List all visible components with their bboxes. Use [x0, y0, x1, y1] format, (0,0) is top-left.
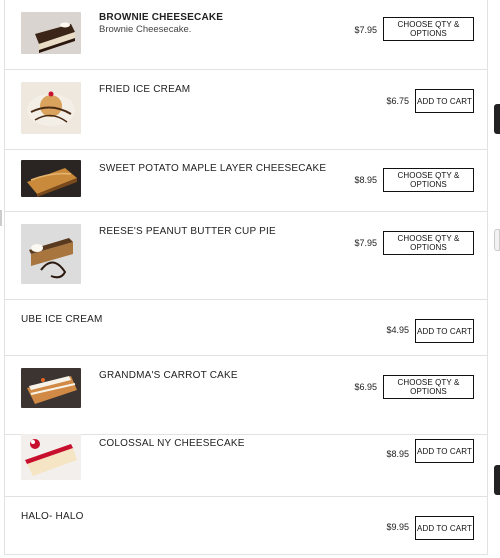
menu-item: FRIED ICE CREAM $6.75 ADD TO CART	[4, 70, 488, 150]
item-price: $8.95	[386, 449, 409, 459]
item-price: $6.75	[386, 96, 409, 106]
item-price: $4.95	[386, 325, 409, 335]
menu-item: COLOSSAL NY CHEESECAKE $8.95 ADD TO CART	[4, 434, 488, 497]
menu-item: SWEET POTATO MAPLE LAYER CHEESECAKE $8.9…	[4, 150, 488, 212]
menu-item: REESE'S PEANUT BUTTER CUP PIE $7.95 CHOO…	[4, 212, 488, 300]
item-price: $7.95	[354, 25, 377, 35]
item-price: $6.95	[354, 382, 377, 392]
side-scroll-tab[interactable]	[494, 229, 500, 251]
add-to-cart-button[interactable]: ADD TO CART	[415, 89, 474, 113]
choose-qty-options-button[interactable]: CHOOSE QTY & OPTIONS	[383, 168, 474, 192]
item-title: FRIED ICE CREAM	[99, 84, 191, 95]
add-to-cart-button[interactable]: ADD TO CART	[415, 439, 474, 463]
item-title: REESE'S PEANUT BUTTER CUP PIE	[99, 226, 276, 237]
left-edge-divider	[0, 210, 2, 226]
menu-item: BROWNIE CHEESECAKE Brownie Cheesecake. $…	[4, 0, 488, 70]
fried-ice-cream-image[interactable]	[21, 82, 81, 134]
menu-item: GRANDMA'S CARROT CAKE $6.95 CHOOSE QTY &…	[4, 356, 488, 435]
item-description: Brownie Cheesecake.	[99, 24, 192, 35]
menu-item: HALO- HALO $9.95 ADD TO CART	[4, 497, 488, 555]
menu-list: BROWNIE CHEESECAKE Brownie Cheesecake. $…	[4, 0, 488, 555]
item-price: $8.95	[354, 175, 377, 185]
peanut-butter-pie-image[interactable]	[21, 224, 81, 284]
add-to-cart-button[interactable]: ADD TO CART	[415, 516, 474, 540]
ny-cheesecake-image[interactable]	[21, 434, 81, 480]
item-title: GRANDMA'S CARROT CAKE	[99, 370, 238, 381]
item-price: $7.95	[354, 238, 377, 248]
item-title: HALO- HALO	[21, 511, 84, 522]
choose-qty-options-button[interactable]: CHOOSE QTY & OPTIONS	[383, 231, 474, 255]
choose-qty-options-button[interactable]: CHOOSE QTY & OPTIONS	[383, 17, 474, 41]
add-to-cart-button[interactable]: ADD TO CART	[415, 319, 474, 343]
item-title: UBE ICE CREAM	[21, 314, 103, 325]
item-title: BROWNIE CHEESECAKE	[99, 12, 224, 23]
brownie-cheesecake-image[interactable]	[21, 12, 81, 54]
item-title: COLOSSAL NY CHEESECAKE	[99, 438, 245, 449]
menu-item: UBE ICE CREAM $4.95 ADD TO CART	[4, 300, 488, 356]
choose-qty-options-button[interactable]: CHOOSE QTY & OPTIONS	[383, 375, 474, 399]
sweet-potato-cheesecake-image[interactable]	[21, 160, 81, 197]
side-scroll-tab[interactable]	[494, 465, 500, 495]
item-price: $9.95	[386, 522, 409, 532]
item-title: SWEET POTATO MAPLE LAYER CHEESECAKE	[99, 163, 327, 174]
carrot-cake-image[interactable]	[21, 368, 81, 408]
side-scroll-tab[interactable]	[494, 104, 500, 134]
